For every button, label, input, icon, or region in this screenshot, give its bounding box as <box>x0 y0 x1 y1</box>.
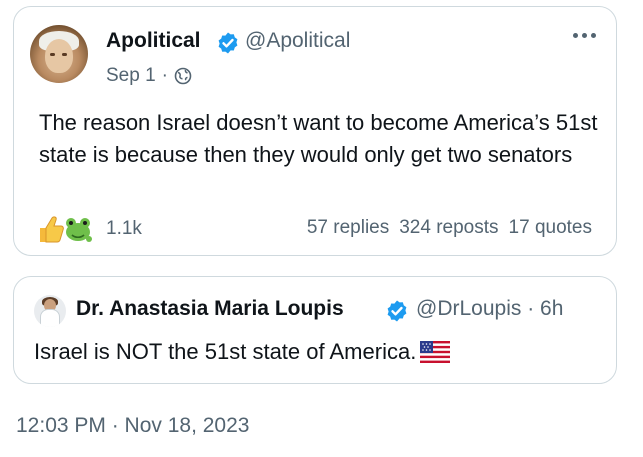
post-timestamp[interactable]: 12:03 PM · Nov 18, 2023 <box>16 414 249 438</box>
verified-badge-icon <box>218 32 238 54</box>
avatar-eye <box>62 53 67 56</box>
avatar[interactable] <box>30 25 88 83</box>
tweet-meta: Sep 1 · <box>106 65 192 87</box>
meta-separator: · <box>161 65 168 86</box>
tweet-stats: 57 replies 324 reposts 17 quotes <box>307 217 592 239</box>
quote-author-name[interactable]: Dr. Anastasia Maria Loupis <box>76 297 344 321</box>
quote-avatar-body <box>40 309 60 327</box>
quote-time: 6h <box>540 297 564 320</box>
quote-avatar[interactable] <box>34 295 66 327</box>
quote-text-row: Israel is NOT the 51st state of America. <box>34 339 451 365</box>
tweet-text: The reason Israel doesn’t want to become… <box>39 110 598 167</box>
us-flag-icon <box>420 341 451 363</box>
quote-separator: · <box>527 297 535 320</box>
author-handle[interactable]: @Apolitical <box>245 29 350 53</box>
reactions[interactable]: 1.1k <box>36 212 142 246</box>
reaction-count: 1.1k <box>106 218 142 239</box>
globe-icon <box>174 67 192 85</box>
avatar-face <box>45 39 73 73</box>
quote-author-handle[interactable]: @DrLoupis · 6h <box>416 297 563 321</box>
quote-handle-text: @DrLoupis <box>416 297 522 320</box>
reposts-count[interactable]: 324 reposts <box>399 217 498 239</box>
more-options-icon[interactable] <box>573 33 596 38</box>
author-name[interactable]: Apolitical <box>106 29 201 53</box>
quoted-tweet-card[interactable]: Dr. Anastasia Maria Loupis @DrLoupis · 6… <box>13 276 617 384</box>
avatar-eye <box>50 53 55 56</box>
reaction-emojis-icon <box>40 216 92 243</box>
quote-text: Israel is NOT the 51st state of America. <box>34 339 417 364</box>
verified-badge-icon <box>387 300 407 322</box>
quotes-count[interactable]: 17 quotes <box>509 217 592 239</box>
replies-count[interactable]: 57 replies <box>307 217 389 239</box>
tweet-date[interactable]: Sep 1 <box>106 65 156 87</box>
tweet-card[interactable]: Apolitical @Apolitical Sep 1 · The reaso… <box>13 6 617 256</box>
